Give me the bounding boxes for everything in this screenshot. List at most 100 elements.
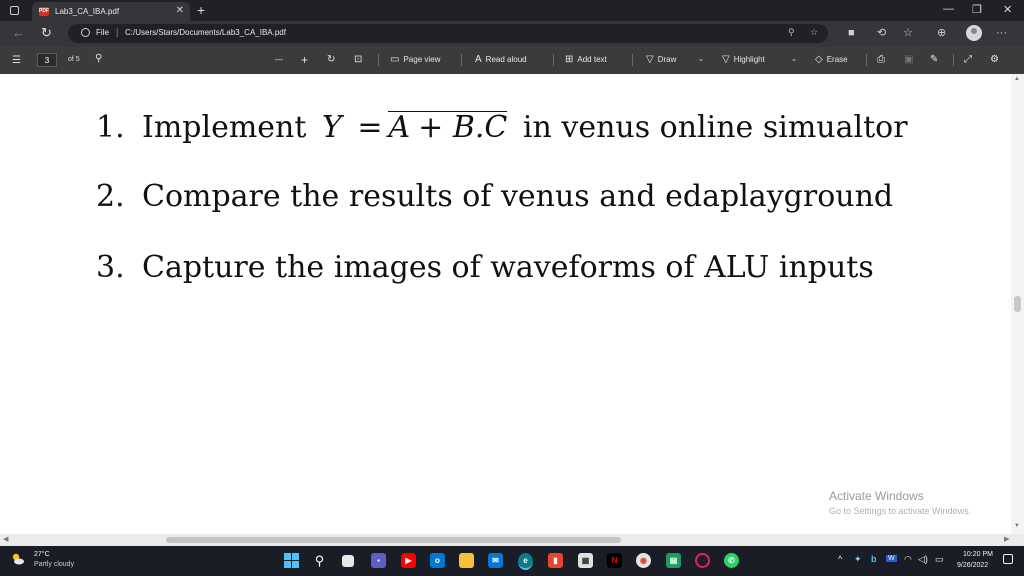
show-hidden-icons[interactable]: ^	[838, 554, 842, 564]
fit-page-icon[interactable]: ⊡	[354, 53, 362, 67]
browser-tab[interactable]: PDF Lab3_CA_IBA.pdf ✕	[32, 2, 190, 21]
erase-label: Erase	[826, 55, 848, 64]
expand-icon[interactable]: ⤢	[964, 53, 972, 67]
start-icon[interactable]	[284, 553, 299, 568]
toolbar-divider	[632, 54, 633, 66]
table-of-contents-icon[interactable]: ☰	[12, 55, 21, 66]
list-text-after: in venus online simualtor	[522, 110, 908, 145]
office-icon[interactable]: ▮	[548, 553, 563, 568]
scroll-left-icon[interactable]: ◀	[3, 535, 8, 543]
site-info-icon[interactable]	[81, 28, 90, 37]
weather-temperature[interactable]: 27°C	[34, 551, 50, 558]
list-number: 3.	[96, 250, 125, 285]
split-screen-icon[interactable]: ⟲	[877, 26, 886, 40]
list-number: 2.	[96, 179, 125, 214]
highlight-label: Highlight	[733, 55, 765, 64]
edge-browser-icon[interactable]: e	[518, 553, 533, 570]
url-separator: |	[116, 27, 119, 37]
bluetooth-icon[interactable]: ✦	[854, 554, 862, 565]
clock-time[interactable]: 10:20 PM	[963, 551, 993, 558]
extension-icon[interactable]: ■	[848, 26, 855, 40]
list-item-2: 2. Compare the results of venus and edapl…	[96, 179, 893, 215]
tab-close-icon[interactable]: ✕	[176, 5, 184, 16]
page-view-icon: ▭	[390, 54, 400, 65]
outlook-icon[interactable]: o	[430, 553, 445, 568]
refresh-icon[interactable]: ↻	[41, 25, 52, 41]
save-as-icon[interactable]: ✎	[930, 53, 938, 67]
save-icon: ▣	[904, 54, 914, 65]
more-menu-icon[interactable]: ···	[996, 26, 1007, 40]
whatsapp-icon[interactable]: ✆	[724, 553, 739, 568]
youtube-icon[interactable]: ▶	[401, 553, 416, 568]
highlight-dropdown-icon[interactable]: ⌄	[791, 53, 797, 67]
list-number: 1.	[96, 110, 125, 145]
calculator-icon[interactable]: ▤	[666, 553, 681, 568]
zoom-in-icon[interactable]: +	[301, 53, 308, 67]
tab-title: Lab3_CA_IBA.pdf	[55, 7, 120, 16]
favorites-icon[interactable]: ☆	[903, 26, 913, 40]
scroll-up-icon[interactable]: ▲	[1014, 76, 1020, 82]
add-text-label: Add text	[577, 55, 607, 64]
formula-overline: A + B.C	[388, 110, 508, 145]
scroll-right-icon[interactable]: ▶	[1004, 535, 1009, 543]
mail-icon[interactable]: ✉	[488, 553, 503, 568]
horizontal-scrollbar[interactable]: ◀ ▶	[0, 534, 1024, 546]
zoom-out-icon[interactable]: —	[275, 53, 283, 67]
back-icon[interactable]: ←	[12, 25, 25, 40]
settings-gear-icon[interactable]: ⚙	[990, 53, 999, 67]
restore-icon[interactable]: ❐	[972, 3, 982, 16]
erase-button[interactable]: ◇ Erase	[815, 53, 848, 67]
pdf-page: 1. Implement Y = A + B.C in venus online si…	[0, 74, 1024, 534]
bing-icon[interactable]: b	[871, 554, 877, 564]
url-field[interactable]: File | C:/Users/Stars/Documents/Lab3_CA_…	[68, 24, 828, 43]
vertical-scrollbar[interactable]: ▲ ▼	[1011, 74, 1024, 534]
widgets-icon[interactable]	[342, 555, 354, 567]
search-icon[interactable]: ⚲	[95, 53, 102, 64]
collections-icon[interactable]: ⊕	[937, 26, 946, 40]
read-aloud-button[interactable]: A Read aloud	[475, 53, 527, 67]
formula-a: A	[388, 110, 411, 145]
eraser-icon: ◇	[815, 54, 823, 65]
draw-button[interactable]: ▽ Draw	[646, 53, 676, 67]
formula-equals: =	[357, 110, 383, 145]
zoom-icon[interactable]: ⚲	[788, 27, 795, 38]
add-favorite-icon[interactable]: ☆	[810, 27, 818, 38]
weather-condition[interactable]: Partly cloudy	[34, 561, 74, 568]
draw-icon: ▽	[646, 54, 654, 65]
add-text-button[interactable]: ⊞ Add text	[565, 53, 607, 67]
draw-dropdown-icon[interactable]: ⌄	[698, 53, 704, 67]
volume-icon[interactable]: ◁)	[918, 554, 928, 565]
notification-icon[interactable]	[1003, 554, 1013, 564]
file-explorer-icon[interactable]	[459, 553, 474, 568]
opera-icon[interactable]	[695, 553, 710, 568]
word-tray-icon[interactable]: W	[886, 555, 897, 562]
netflix-icon[interactable]: N	[607, 553, 622, 568]
draw-label: Draw	[657, 55, 677, 64]
battery-icon[interactable]: ▭	[935, 554, 944, 565]
partly-cloudy-icon[interactable]	[11, 552, 25, 566]
scroll-down-icon[interactable]: ▼	[1014, 523, 1020, 529]
search-taskbar-icon[interactable]: ⚲	[312, 553, 327, 568]
store-icon[interactable]: ▦	[578, 553, 593, 568]
vertical-scroll-thumb[interactable]	[1014, 296, 1021, 312]
rotate-icon[interactable]: ↻	[327, 53, 335, 67]
profile-avatar[interactable]	[966, 25, 982, 41]
list-item-3: 3. Capture the images of waveforms of ALU…	[96, 250, 874, 286]
page-view-button[interactable]: ▭ Page view	[390, 53, 440, 67]
close-window-icon[interactable]: ✕	[1003, 3, 1012, 16]
chrome-icon[interactable]: ◉	[636, 553, 651, 568]
print-icon[interactable]: ⎙	[877, 53, 885, 67]
clock-date[interactable]: 9/26/2022	[957, 562, 988, 569]
chat-icon[interactable]: ▪	[371, 553, 386, 568]
new-tab-icon[interactable]: +	[197, 2, 205, 18]
horizontal-scroll-thumb[interactable]	[166, 537, 621, 543]
toolbar-divider	[378, 54, 379, 66]
wifi-icon[interactable]: ◠	[904, 554, 912, 565]
minimize-icon[interactable]: —	[943, 3, 954, 15]
highlight-button[interactable]: ▽ Highlight	[722, 53, 765, 67]
page-number-input[interactable]: 3	[37, 53, 57, 67]
window-menu-icon[interactable]	[10, 6, 19, 15]
toolbar-divider	[461, 54, 462, 66]
read-aloud-icon: A	[475, 54, 482, 65]
title-bar: PDF Lab3_CA_IBA.pdf ✕ + — ❐ ✕	[0, 0, 1024, 21]
